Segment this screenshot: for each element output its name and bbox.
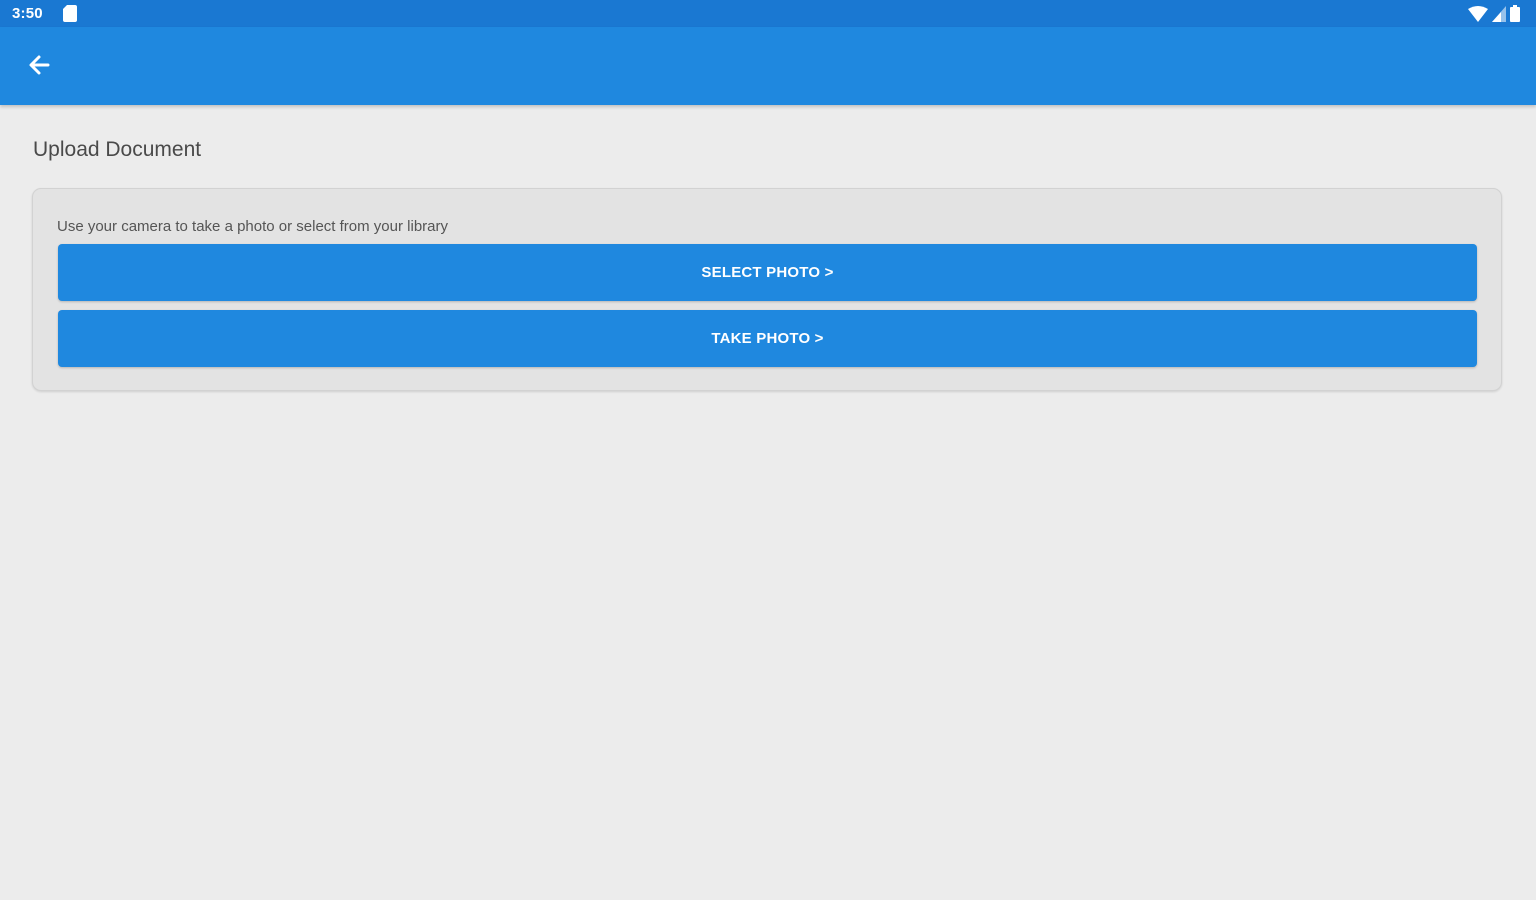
battery-icon bbox=[1510, 5, 1520, 22]
status-time: 3:50 bbox=[12, 5, 43, 22]
arrow-left-icon bbox=[28, 54, 50, 81]
status-icons bbox=[1468, 5, 1520, 22]
page-title: Upload Document bbox=[33, 138, 202, 161]
status-bar: 3:50 bbox=[0, 0, 1536, 27]
sd-card-icon bbox=[63, 5, 77, 22]
back-button[interactable] bbox=[22, 50, 56, 84]
upload-card: Use your camera to take a photo or selec… bbox=[32, 188, 1502, 391]
take-photo-button[interactable]: TAKE PHOTO > bbox=[58, 310, 1477, 367]
card-description: Use your camera to take a photo or selec… bbox=[57, 218, 448, 235]
wifi-icon bbox=[1468, 5, 1488, 22]
app-bar bbox=[0, 27, 1536, 105]
cell-signal-icon bbox=[1492, 5, 1506, 22]
select-photo-button[interactable]: SELECT PHOTO > bbox=[58, 244, 1477, 301]
